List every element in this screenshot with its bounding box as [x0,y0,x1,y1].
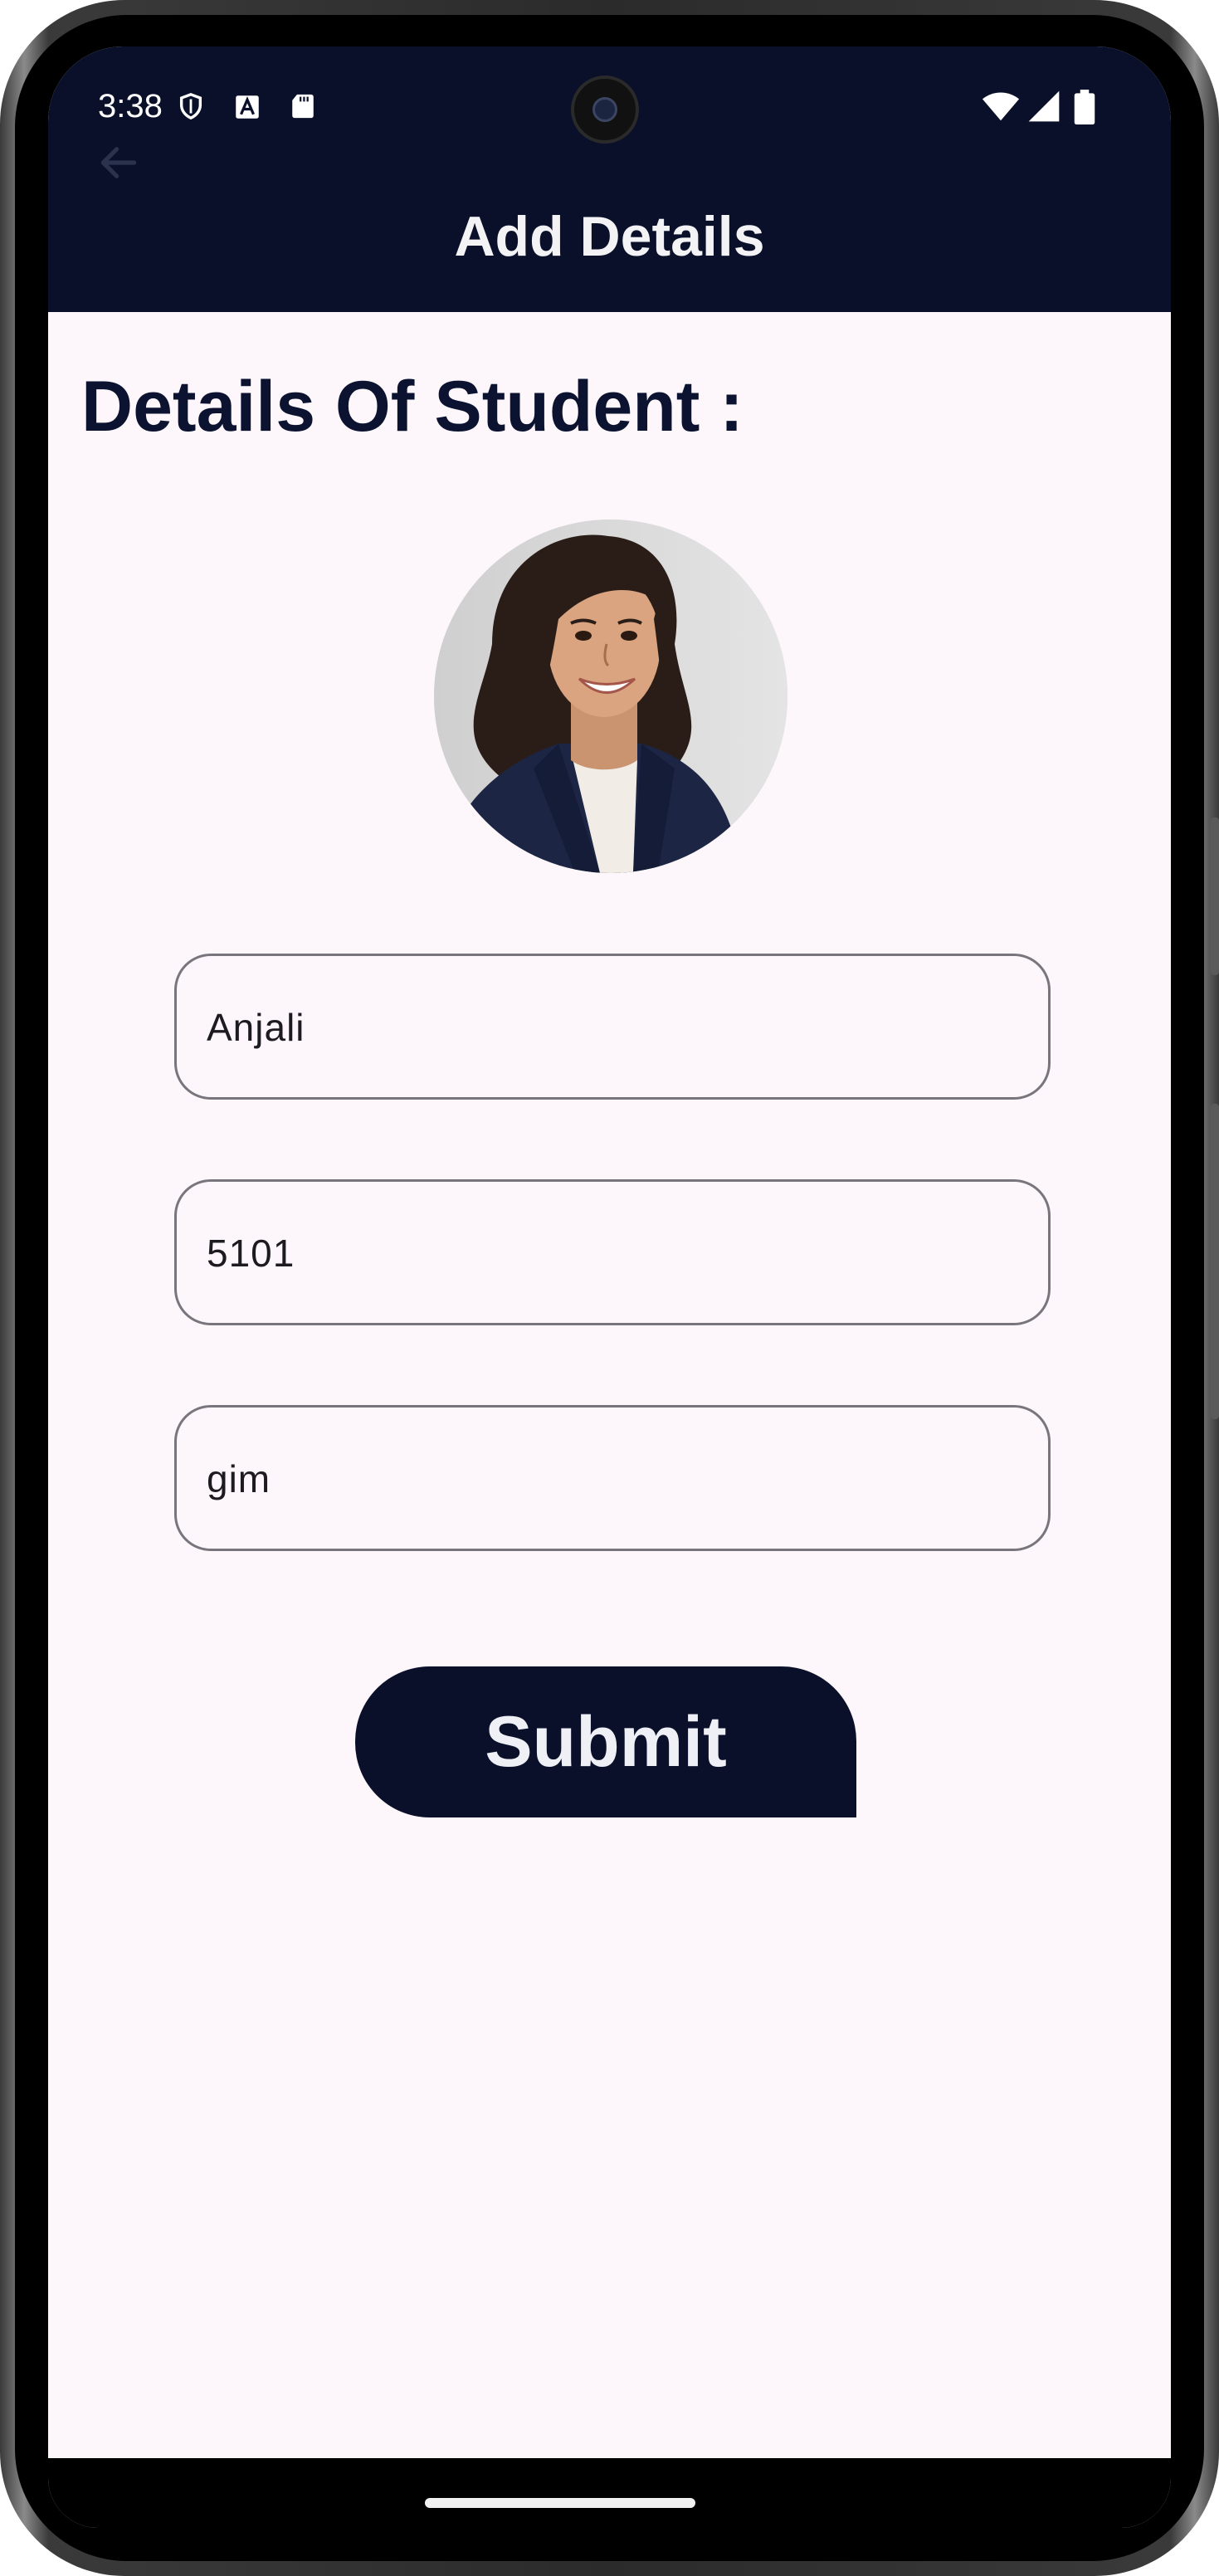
battery-icon [1074,90,1095,124]
status-bar: 3:38 [48,46,1171,171]
college-field[interactable] [174,1405,1051,1551]
screen: 3:38 Add Details Details Of Student: An… [48,46,1171,2528]
wifi-icon [982,92,1020,121]
submit-button[interactable]: Submit [355,1666,856,1817]
front-camera [571,76,639,144]
navigation-bar [48,2458,1171,2528]
signal-icon [1028,90,1060,122]
phone-frame: 3:38 Add Details Details Of Student: An… [0,0,1219,2576]
back-button[interactable] [90,134,148,192]
sd-card-icon [292,94,314,119]
college-input[interactable] [205,1408,1022,1550]
power-button [1211,1104,1219,1419]
home-indicator[interactable] [425,2498,695,2508]
roll-number-input[interactable] [205,1182,1022,1325]
name-input[interactable] [205,956,1022,1099]
page-title: Add Details [454,205,765,268]
roll-number-field[interactable] [174,1179,1051,1325]
shield-icon [179,93,202,120]
font-a-icon [236,95,259,119]
name-field[interactable] [174,954,1051,1100]
section-title: Details Of Student : [81,367,744,446]
arrow-back-icon [100,147,137,178]
volume-button [1211,817,1219,975]
student-photo[interactable] [434,520,787,873]
student-photo-image [434,520,787,873]
status-time: 3:38 [98,88,163,124]
